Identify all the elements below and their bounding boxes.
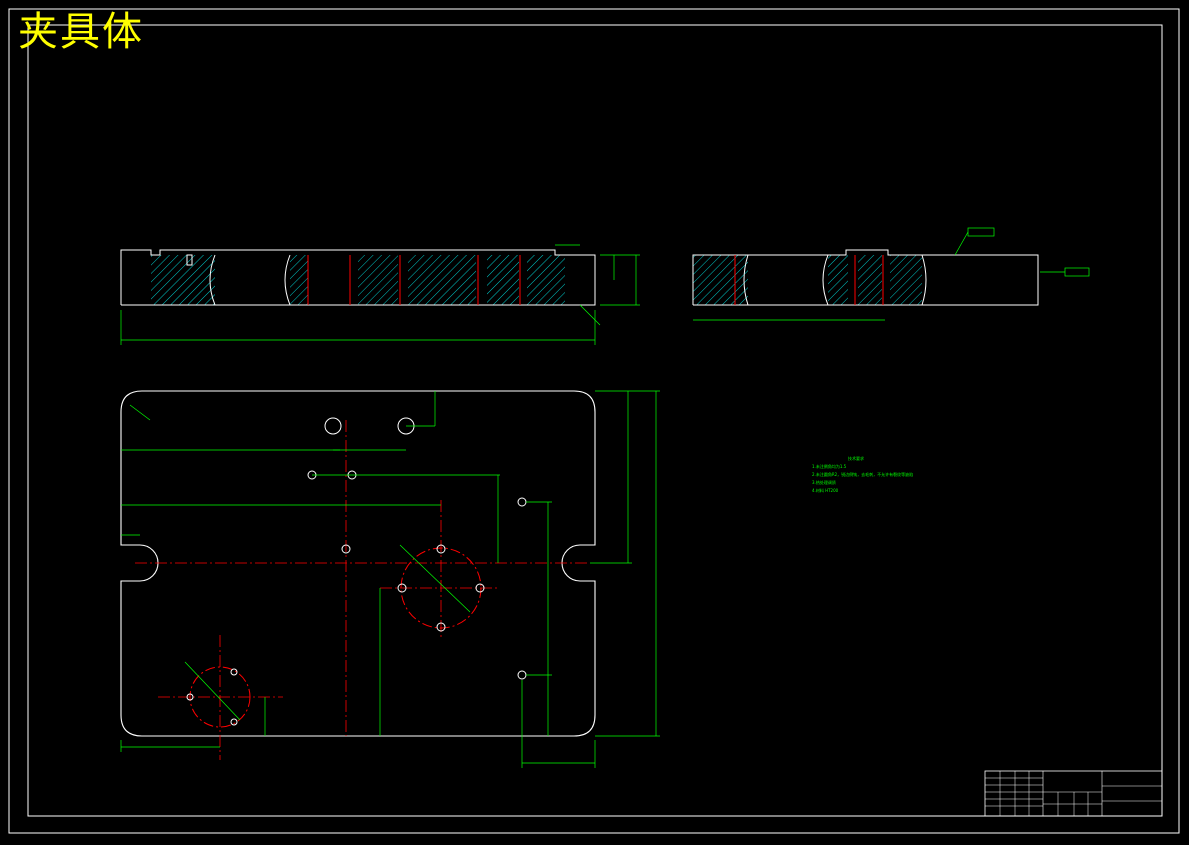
- cad-drawing: [8, 8, 1180, 834]
- hatch-region: [693, 255, 748, 305]
- hatch-region: [527, 255, 565, 305]
- hatch-region: [151, 255, 215, 305]
- hatch-region: [487, 255, 519, 305]
- technical-notes: 技术要求 1.未注倒角均为1.5 2.未注圆角R2，锐边倒钝，去毛刺，不允许有裂…: [812, 455, 913, 495]
- hatch-region: [858, 255, 882, 305]
- hatch-region: [290, 255, 308, 305]
- side-section-view: [692, 227, 1090, 321]
- technical-note-line: 2.未注圆角R2，锐边倒钝，去毛刺，不允许有裂纹等缺陷: [812, 472, 914, 477]
- outer-border: [8, 8, 1180, 834]
- hatch-region: [828, 255, 848, 305]
- front-section-view: [120, 244, 640, 345]
- technical-note-line: 4.材料 HT200: [812, 488, 839, 493]
- technical-notes-heading: 技术要求: [848, 456, 864, 461]
- drawing-title: 夹具体: [18, 9, 144, 55]
- plan-view: [120, 390, 660, 768]
- hatch-region: [890, 255, 922, 305]
- technical-note-line: 1.未注倒角均为1.5: [812, 464, 847, 469]
- hatch-region: [358, 255, 398, 305]
- drawing-sheet: 夹具体 技术要求 1.未注倒角均为1.5 2.未注圆角R2，锐边倒钝，去毛刺，不…: [0, 0, 1189, 841]
- hatch-region: [408, 255, 476, 305]
- title-block: [984, 770, 1163, 817]
- technical-note-line: 3.热处理调质: [812, 480, 836, 485]
